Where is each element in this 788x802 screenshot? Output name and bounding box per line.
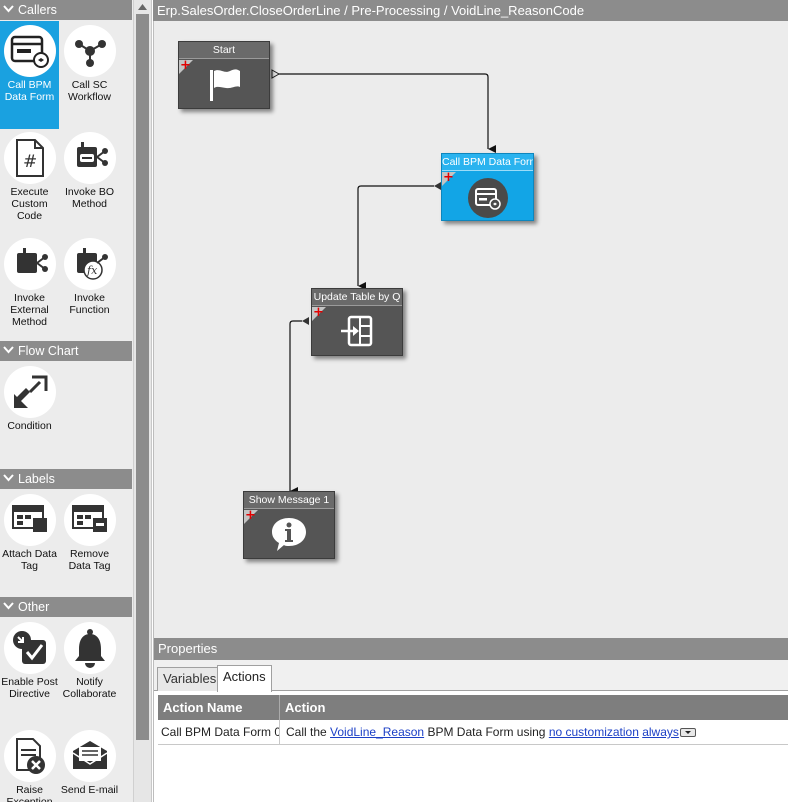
- workflow-network-icon: [64, 25, 116, 77]
- category-label: Callers: [18, 3, 57, 17]
- category-label: Flow Chart: [18, 344, 79, 358]
- custom-code-icon: #: [4, 132, 56, 184]
- category-label: Other: [18, 600, 50, 614]
- category-header-labels[interactable]: Labels: [0, 469, 132, 489]
- breadcrumb: Erp.SalesOrder.CloseOrderLine / Pre-Proc…: [153, 0, 788, 21]
- tool-attach-data-tag[interactable]: Attach Data Tag: [0, 490, 59, 598]
- category-header-flow-chart[interactable]: Flow Chart: [0, 341, 132, 361]
- bell-icon: [64, 622, 116, 674]
- node-show-message[interactable]: Show Message 1 +: [243, 491, 335, 559]
- plus-icon[interactable]: +: [443, 171, 454, 184]
- raise-exception-icon: [4, 730, 56, 782]
- tool-label: Condition: [7, 420, 52, 432]
- condition-arrows-icon: [4, 366, 56, 418]
- tool-label: Notify Collaborate: [62, 676, 117, 700]
- properties-title: Properties: [154, 638, 788, 660]
- input-port-icon: [434, 182, 441, 190]
- properties-tabs: Variables Actions: [154, 660, 788, 692]
- category-label: Labels: [18, 472, 55, 486]
- dropdown-arrow-icon[interactable]: [679, 728, 696, 737]
- scrollbar-thumb[interactable]: [136, 14, 149, 740]
- tool-execute-custom-code[interactable]: # Execute Custom Code: [0, 128, 59, 236]
- invoke-external-method-icon: [4, 238, 56, 290]
- chevron-down-icon: [3, 5, 14, 13]
- tool-label: Remove Data Tag: [68, 548, 111, 572]
- tool-label: Execute Custom Code: [10, 186, 49, 222]
- chevron-down-icon: [3, 346, 14, 354]
- node-call-bpm-data-form[interactable]: Call BPM Data Form +: [441, 153, 534, 221]
- tool-call-sc-workflow[interactable]: Call SC Workflow: [60, 21, 119, 129]
- plus-icon[interactable]: +: [245, 509, 256, 522]
- node-title: Show Message 1: [244, 492, 334, 509]
- tool-call-bpm-data-form[interactable]: Call BPM Data Form: [0, 21, 59, 129]
- action-name-cell[interactable]: Call BPM Data Form 0: [158, 720, 280, 745]
- output-port-icon: [271, 69, 281, 79]
- chevron-down-icon: [3, 474, 14, 482]
- node-title: Update Table by Q: [312, 289, 402, 306]
- tool-label: Invoke BO Method: [64, 186, 115, 210]
- connector-bpm-to-update: [357, 185, 434, 290]
- form-link[interactable]: VoidLine_Reason: [330, 725, 424, 739]
- node-title: Start: [179, 42, 269, 59]
- tool-label: Send E-mail: [60, 784, 119, 796]
- node-update-table[interactable]: Update Table by Q +: [311, 288, 403, 356]
- tool-label: Call BPM Data Form: [4, 79, 55, 103]
- remove-data-tag-icon: [64, 494, 116, 546]
- invoke-bo-method-icon: [64, 132, 116, 184]
- svg-text:fx: fx: [86, 264, 98, 277]
- plus-icon[interactable]: +: [180, 59, 191, 72]
- toolbox-panel: Callers Call BPM Data Form Call SC Workf…: [0, 0, 133, 802]
- input-port-icon: [302, 317, 309, 325]
- attach-data-tag-icon: [4, 494, 56, 546]
- tool-notify-collaborate[interactable]: Notify Collaborate: [60, 618, 119, 726]
- tool-remove-data-tag[interactable]: Remove Data Tag: [60, 490, 119, 598]
- tool-raise-exception[interactable]: Raise Exception: [0, 726, 59, 802]
- scroll-up-arrow-icon[interactable]: [134, 0, 151, 14]
- condition-link[interactable]: always: [642, 725, 679, 739]
- tool-label: Raise Exception: [6, 784, 53, 802]
- invoke-function-icon: fx: [64, 238, 116, 290]
- customization-link[interactable]: no customization: [549, 725, 639, 739]
- tool-label: Invoke Function: [69, 292, 110, 316]
- message-info-icon: [272, 518, 306, 551]
- flag-icon: [210, 69, 240, 101]
- action-text: Call the: [286, 725, 331, 739]
- column-header-action[interactable]: Action: [280, 695, 788, 720]
- bpm-data-form-icon: [467, 178, 508, 218]
- chevron-down-icon: [3, 602, 14, 610]
- tab-variables[interactable]: Variables: [157, 667, 223, 691]
- tool-invoke-bo-method[interactable]: Invoke BO Method: [60, 128, 119, 236]
- tool-enable-post-directive[interactable]: Enable Post Directive: [0, 618, 59, 726]
- node-title: Call BPM Data Form: [442, 154, 533, 171]
- category-header-other[interactable]: Other: [0, 597, 132, 617]
- tool-condition[interactable]: Condition: [0, 362, 59, 470]
- svg-text:#: #: [23, 152, 37, 172]
- tab-actions[interactable]: Actions: [217, 665, 272, 692]
- tool-label: Attach Data Tag: [2, 548, 57, 572]
- tool-label: Invoke External Method: [10, 292, 49, 328]
- category-header-callers[interactable]: Callers: [0, 0, 132, 20]
- workflow-canvas[interactable]: Start + Call BPM Data Form + Update Tabl…: [153, 21, 788, 638]
- node-start[interactable]: Start +: [178, 41, 270, 109]
- email-icon: [64, 730, 116, 782]
- connector-update-to-message: [289, 320, 302, 495]
- bpm-data-form-icon: [4, 25, 56, 77]
- connector-start-to-bpm: [278, 73, 496, 153]
- update-table-icon: [341, 315, 373, 347]
- action-text: BPM Data Form using: [424, 725, 549, 739]
- tool-invoke-function[interactable]: fx Invoke Function: [60, 234, 119, 342]
- enable-post-directive-icon: [4, 622, 56, 674]
- tool-invoke-external-method[interactable]: Invoke External Method: [0, 234, 59, 342]
- tool-label: Call SC Workflow: [68, 79, 111, 103]
- tool-label: Enable Post Directive: [1, 676, 58, 700]
- column-header-action-name[interactable]: Action Name: [158, 695, 280, 720]
- properties-panel: Properties Variables Actions Action Name…: [153, 638, 788, 802]
- plus-icon[interactable]: +: [313, 306, 324, 319]
- tool-send-email[interactable]: Send E-mail: [60, 726, 119, 802]
- action-description-cell: Call the VoidLine_Reason BPM Data Form u…: [280, 720, 788, 745]
